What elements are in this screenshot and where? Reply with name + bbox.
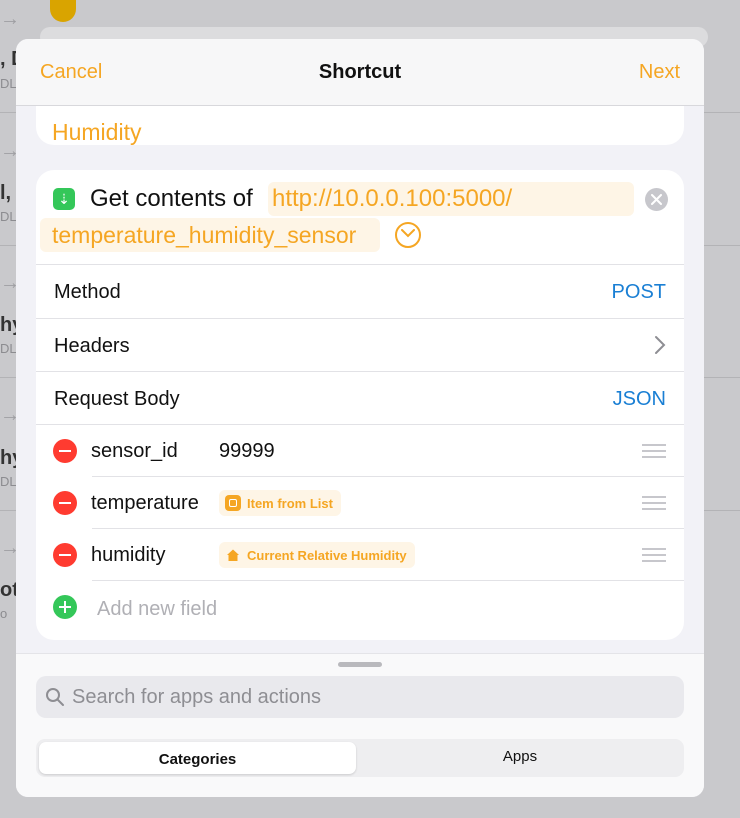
background-row-subtitle: DL bbox=[0, 76, 17, 91]
field-key[interactable]: temperature bbox=[91, 492, 199, 515]
reorder-handle-icon[interactable] bbox=[642, 496, 666, 514]
background-row-subtitle: DL bbox=[0, 341, 17, 356]
search-placeholder: Search for apps and actions bbox=[72, 686, 322, 708]
variable-label: Item from List bbox=[247, 495, 333, 511]
arrow-icon: → bbox=[0, 8, 20, 30]
add-new-field-placeholder[interactable]: Add new field bbox=[97, 598, 217, 621]
segment-categories[interactable]: Categories bbox=[39, 742, 356, 774]
reorder-handle-icon[interactable] bbox=[642, 444, 666, 462]
expand-chevron-icon[interactable] bbox=[395, 222, 421, 248]
chevron-right-icon bbox=[654, 335, 666, 360]
divider bbox=[92, 580, 684, 581]
search-icon bbox=[46, 688, 64, 706]
list-icon bbox=[225, 495, 241, 511]
field-key[interactable]: humidity bbox=[91, 544, 165, 567]
segment-apps[interactable]: Apps bbox=[360, 742, 680, 774]
lightbulb-icon bbox=[50, 0, 76, 22]
request-body-label: Request Body bbox=[54, 388, 180, 410]
json-field-row[interactable]: sensor_id 99999 bbox=[36, 425, 684, 477]
headers-row[interactable]: Headers bbox=[36, 318, 684, 371]
reorder-handle-icon[interactable] bbox=[642, 548, 666, 566]
json-field-row[interactable]: humidity Current Relative Humidity bbox=[36, 529, 684, 581]
background-row-subtitle: DL bbox=[0, 209, 17, 224]
method-value[interactable]: POST bbox=[612, 281, 666, 304]
delete-field-button[interactable] bbox=[53, 491, 77, 515]
search-input[interactable]: Search for apps and actions bbox=[36, 676, 684, 718]
next-button[interactable]: Next bbox=[639, 61, 680, 84]
segment-label: Apps bbox=[502, 748, 538, 765]
method-label: Method bbox=[54, 281, 121, 303]
headers-label: Headers bbox=[54, 335, 130, 357]
request-body-value[interactable]: JSON bbox=[613, 388, 666, 411]
humidity-variable-token[interactable]: Humidity bbox=[52, 119, 141, 146]
json-field-row[interactable]: temperature Item from List bbox=[36, 477, 684, 529]
url-token-continued[interactable]: temperature_humidity_sensor bbox=[52, 222, 356, 249]
download-icon: ⇣ bbox=[53, 188, 75, 210]
url-token[interactable]: http://10.0.0.100:5000/ bbox=[272, 185, 512, 213]
background-row-subtitle: DL bbox=[0, 474, 17, 489]
action-search-panel: Search for apps and actions Categories A… bbox=[16, 653, 704, 797]
navigation-bar: Cancel Shortcut Next bbox=[16, 39, 704, 106]
request-body-row[interactable]: Request Body JSON bbox=[36, 371, 684, 424]
segment-label: Categories bbox=[158, 751, 237, 768]
item-from-list-variable[interactable]: Item from List bbox=[219, 490, 341, 516]
current-relative-humidity-variable[interactable]: Current Relative Humidity bbox=[219, 542, 415, 568]
get-contents-action-card: ⇣ Get contents of http://10.0.0.100:5000… bbox=[36, 170, 684, 640]
add-field-button[interactable] bbox=[53, 595, 77, 619]
action-title: Get contents of bbox=[90, 185, 253, 212]
variable-label: Current Relative Humidity bbox=[247, 547, 407, 563]
segmented-control: Categories Apps bbox=[36, 739, 684, 777]
previous-action-card[interactable]: Humidity bbox=[36, 105, 684, 145]
delete-field-button[interactable] bbox=[53, 543, 77, 567]
delete-field-button[interactable] bbox=[53, 439, 77, 463]
home-icon bbox=[225, 547, 241, 563]
field-key[interactable]: sensor_id bbox=[91, 440, 178, 463]
method-row[interactable]: Method POST bbox=[36, 264, 684, 317]
shortcut-sheet: Cancel Shortcut Next Humidity ⇣ Get cont… bbox=[16, 39, 704, 797]
panel-grabber[interactable] bbox=[338, 662, 382, 667]
clear-url-icon[interactable] bbox=[645, 188, 668, 211]
add-field-row[interactable]: Add new field bbox=[36, 582, 684, 634]
background-row-subtitle: o bbox=[0, 606, 8, 621]
actions-scroll-area[interactable]: Humidity ⇣ Get contents of http://10.0.0… bbox=[16, 105, 704, 653]
field-value[interactable]: 99999 bbox=[219, 440, 275, 463]
sheet-title: Shortcut bbox=[318, 61, 402, 83]
